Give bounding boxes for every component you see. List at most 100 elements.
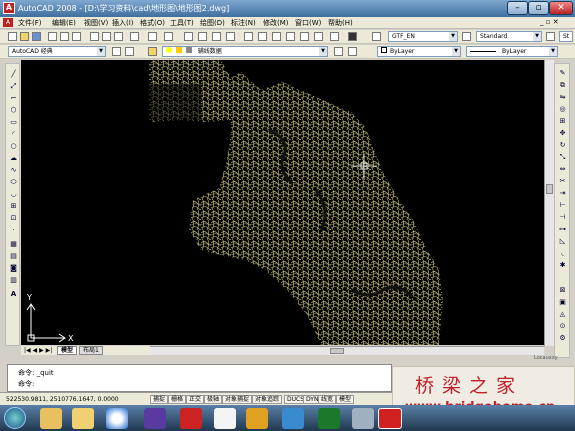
grid-toggle[interactable]: 栅格 bbox=[168, 395, 187, 404]
lineweight-toggle[interactable]: 线宽 bbox=[318, 395, 337, 404]
menu-insert[interactable]: 插入(I) bbox=[112, 18, 134, 28]
offset-icon[interactable]: ◎ bbox=[558, 105, 567, 114]
minimize-button[interactable]: – bbox=[507, 1, 528, 15]
zoom-window-icon[interactable] bbox=[212, 32, 221, 41]
properties-icon[interactable] bbox=[244, 32, 253, 41]
snap-midpoint-icon[interactable]: ◬ bbox=[558, 310, 567, 319]
move-icon[interactable]: ✥ bbox=[558, 129, 567, 138]
extend-icon[interactable]: ⇥ bbox=[558, 189, 567, 198]
snap-toggle[interactable]: 捕捉 bbox=[150, 395, 169, 404]
make-block-icon[interactable]: ⊡ bbox=[9, 214, 18, 223]
paste-icon[interactable] bbox=[114, 32, 123, 41]
explorer-icon[interactable] bbox=[40, 408, 62, 429]
text-style-icon[interactable] bbox=[372, 32, 381, 41]
insert-block-icon[interactable]: ⊞ bbox=[9, 202, 18, 211]
document-app-icon[interactable] bbox=[214, 408, 236, 429]
dim-style-icon[interactable] bbox=[462, 32, 471, 41]
point-icon[interactable]: · bbox=[9, 226, 18, 235]
spline-icon[interactable]: ∿ bbox=[9, 166, 18, 175]
zoom-realtime-icon[interactable] bbox=[198, 32, 207, 41]
new-icon[interactable] bbox=[8, 32, 17, 41]
horizontal-scroll-thumb[interactable] bbox=[330, 348, 344, 354]
chamfer-icon[interactable]: ◺ bbox=[558, 237, 567, 246]
match-properties-icon[interactable] bbox=[130, 32, 139, 41]
table-style-dropdown[interactable]: St bbox=[559, 31, 573, 42]
polygon-icon[interactable]: ⬡ bbox=[9, 106, 18, 115]
folder-icon[interactable] bbox=[72, 408, 94, 429]
menu-draw[interactable]: 绘图(D) bbox=[200, 18, 225, 28]
make-current-layer-icon[interactable] bbox=[334, 47, 343, 56]
open-icon[interactable] bbox=[20, 32, 29, 41]
menu-tools[interactable]: 工具(T) bbox=[170, 18, 194, 28]
command-window[interactable]: 命令: _quit 命令: bbox=[7, 364, 392, 392]
help-icon[interactable] bbox=[330, 32, 339, 41]
color-dropdown[interactable]: ByLayer ▼ bbox=[377, 46, 461, 57]
snap-settings-icon[interactable]: ⚙ bbox=[558, 334, 567, 343]
autocad-app-icon[interactable]: A bbox=[3, 2, 15, 14]
workspace-dropdown[interactable]: AutoCAD 经典 ▼ bbox=[8, 46, 106, 57]
plot-preview-icon[interactable] bbox=[60, 32, 69, 41]
save-icon[interactable] bbox=[32, 32, 41, 41]
array-icon[interactable]: ⊞ bbox=[558, 117, 567, 126]
document-icon[interactable]: A bbox=[3, 18, 13, 27]
zoom-previous-icon[interactable] bbox=[226, 32, 235, 41]
sheet-set-icon[interactable] bbox=[286, 32, 295, 41]
mirror-icon[interactable]: ⇋ bbox=[558, 93, 567, 102]
quickcalc-icon[interactable] bbox=[314, 32, 323, 41]
tab-nav-arrows[interactable]: |◀ ◀ ▶ ▶| bbox=[24, 347, 52, 354]
table-style-icon[interactable] bbox=[546, 32, 555, 41]
media-app-icon[interactable] bbox=[144, 408, 166, 429]
start-button[interactable] bbox=[4, 407, 26, 429]
text-style-dropdown[interactable]: GTF_EN ▼ bbox=[388, 31, 458, 42]
line-icon[interactable]: ╱ bbox=[9, 70, 18, 79]
dim-style-dropdown[interactable]: Standard ▼ bbox=[476, 31, 542, 42]
table-icon[interactable]: ▥ bbox=[9, 276, 18, 285]
break-icon[interactable]: ⊣ bbox=[558, 213, 567, 222]
chat-app-icon[interactable] bbox=[318, 408, 340, 429]
tab-layout1[interactable]: 布局1 bbox=[79, 346, 103, 355]
ortho-toggle[interactable]: 正交 bbox=[186, 395, 205, 404]
trim-icon[interactable]: ✂ bbox=[558, 177, 567, 186]
calculator-icon[interactable] bbox=[348, 32, 357, 41]
horizontal-scrollbar[interactable] bbox=[150, 346, 544, 355]
explode-icon[interactable]: ✱ bbox=[558, 261, 567, 270]
polyline-icon[interactable]: ⌐ bbox=[9, 94, 18, 103]
layer-dropdown[interactable]: 辅线数据 ▼ bbox=[162, 46, 328, 57]
copy-icon[interactable] bbox=[102, 32, 111, 41]
menu-edit[interactable]: 编辑(E) bbox=[52, 18, 76, 28]
publish-icon[interactable] bbox=[72, 32, 81, 41]
design-center-icon[interactable] bbox=[258, 32, 267, 41]
revision-cloud-icon[interactable]: ☁ bbox=[9, 154, 18, 163]
scale-icon[interactable]: ⤡ bbox=[558, 153, 567, 162]
menu-view[interactable]: 视图(V) bbox=[84, 18, 108, 28]
autocad-taskbar-icon[interactable] bbox=[378, 408, 402, 429]
layer-manager-icon[interactable] bbox=[148, 47, 157, 56]
multiline-text-icon[interactable]: A bbox=[9, 290, 18, 299]
layer-previous-icon[interactable] bbox=[348, 47, 357, 56]
circle-icon[interactable]: ○ bbox=[9, 142, 18, 151]
maximize-button[interactable]: ▫ bbox=[528, 1, 549, 15]
workspace-settings-icon[interactable] bbox=[112, 47, 121, 56]
model-toggle[interactable]: 模型 bbox=[336, 395, 355, 404]
region-icon[interactable]: ◙ bbox=[9, 264, 18, 273]
menu-window[interactable]: 窗口(W) bbox=[295, 18, 321, 28]
pan-icon[interactable] bbox=[184, 32, 193, 41]
vertical-scrollbar[interactable] bbox=[544, 60, 554, 346]
arc-icon[interactable]: ◜ bbox=[9, 130, 18, 139]
undo-icon[interactable] bbox=[148, 32, 157, 41]
otrack-toggle[interactable]: 对象追踪 bbox=[252, 395, 283, 404]
coordinates-readout[interactable]: 522530.9811, 2510776.1647, 0.0000 bbox=[6, 396, 119, 403]
doc-window-controls[interactable]: _ ▫ ✕ bbox=[540, 18, 559, 26]
vertical-scroll-thumb[interactable] bbox=[546, 184, 553, 194]
gradient-icon[interactable]: ▤ bbox=[9, 252, 18, 261]
menu-dimension[interactable]: 标注(N) bbox=[231, 18, 256, 28]
erase-icon[interactable]: ✎ bbox=[558, 69, 567, 78]
polar-toggle[interactable]: 极轴 bbox=[204, 395, 223, 404]
command-prompt[interactable]: 命令: bbox=[18, 379, 34, 389]
pdf-reader-icon[interactable] bbox=[180, 408, 202, 429]
join-icon[interactable]: ⊶ bbox=[558, 225, 567, 234]
stretch-icon[interactable]: ⇔ bbox=[558, 165, 567, 174]
menu-modify[interactable]: 修改(M) bbox=[263, 18, 289, 28]
drawing-canvas[interactable]: Y X bbox=[21, 60, 544, 345]
construction-line-icon[interactable]: ⤢ bbox=[9, 82, 18, 91]
